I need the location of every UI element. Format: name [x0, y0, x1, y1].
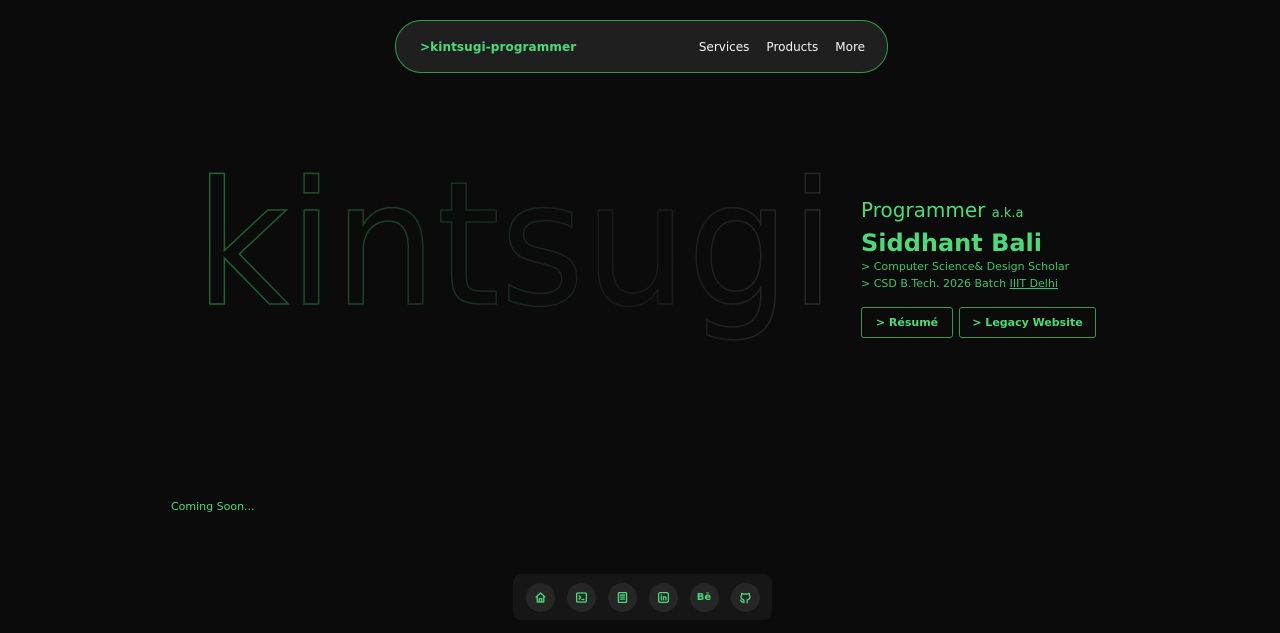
hero-outline-word: kintsugi [195, 172, 836, 346]
dock-linkedin-button[interactable] [648, 582, 678, 612]
role-title: Programmer [861, 198, 986, 222]
behance-icon: Bē [696, 591, 712, 603]
profile-name: Siddhant Bali [861, 229, 1043, 257]
aka-label: a.k.a [991, 206, 1024, 221]
resume-button[interactable]: > Résumé [861, 307, 953, 338]
top-navbar: >kintsugi-programmer Services Products M… [395, 20, 888, 73]
dock-document-button[interactable] [607, 582, 637, 612]
profile-buttons: > Résumé > Legacy Website [861, 307, 1121, 338]
coming-soon-text: Coming Soon... [171, 500, 255, 513]
linkedin-icon [657, 591, 669, 603]
profile-panel: Programmer a.k.a Siddhant Bali > Compute… [861, 196, 1121, 338]
profile-detail-scholar: > Computer Science& Design Scholar [861, 260, 1070, 273]
nav-links: Services Products More [699, 40, 865, 54]
nav-link-products[interactable]: Products [766, 40, 818, 54]
batch-text: > CSD B.Tech. 2026 Batch [861, 277, 1010, 290]
bottom-dock: Bē [513, 574, 772, 620]
dock-home-button[interactable] [525, 582, 555, 612]
nav-link-services[interactable]: Services [699, 40, 750, 54]
role-line: Programmer a.k.a [861, 196, 1121, 228]
hero-word-text: kintsugi [195, 172, 835, 345]
iiit-delhi-link[interactable]: IIIT Delhi [1010, 277, 1058, 290]
dock-behance-button[interactable]: Bē [689, 582, 719, 612]
legacy-website-button[interactable]: > Legacy Website [959, 307, 1096, 338]
home-icon [534, 591, 546, 603]
page: >kintsugi-programmer Services Products M… [0, 0, 1280, 633]
terminal-icon [575, 591, 587, 603]
dock-terminal-button[interactable] [566, 582, 596, 612]
github-icon [739, 592, 751, 603]
document-icon [617, 591, 627, 603]
nav-link-more[interactable]: More [835, 40, 865, 54]
dock-github-button[interactable] [730, 582, 760, 612]
brand-link[interactable]: >kintsugi-programmer [420, 40, 576, 54]
profile-detail-batch: > CSD B.Tech. 2026 Batch IIIT Delhi [861, 275, 1121, 292]
